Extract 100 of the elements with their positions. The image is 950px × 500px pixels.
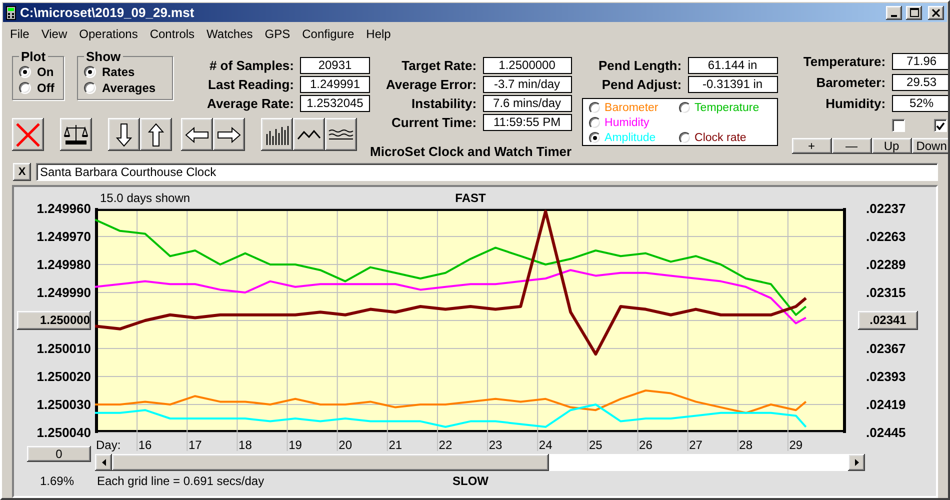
stat-label: Average Rate: [207,96,294,111]
stat-value: 29.53 [892,74,948,91]
radio-option[interactable]: Clock rate [678,130,777,145]
radio-option[interactable]: Averages [84,80,166,96]
grid-note: Each grid line = 0.691 secs/day [96,474,266,488]
radio-option[interactable]: Off [19,80,57,96]
toolbar-button[interactable] [325,118,357,151]
axis-label: .02263 [866,228,906,244]
right-arrow-icon [217,126,241,142]
menu-item[interactable]: Configure [296,27,360,41]
scroll-left-button[interactable] [95,454,112,471]
axis-label: 28 [739,438,753,452]
scroll-thumb[interactable] [112,454,549,471]
axis-label: 21 [388,438,402,452]
axis-label: .02419 [866,396,906,412]
stat-value: -3.7 min/day [482,76,572,93]
calculator-icon [6,6,16,20]
axis-label: 1.250040 [36,424,91,440]
stat-label: Barometer: [816,75,886,90]
menu-item[interactable]: Controls [144,27,201,41]
close-button[interactable] [928,6,944,20]
checkbox[interactable] [892,119,905,132]
menu-item[interactable]: Watches [200,27,259,41]
amplitude-button[interactable]: .02341 [858,310,918,330]
rate-button[interactable]: 1.250000 [17,310,91,330]
axis-label: 1.250030 [36,396,91,412]
toolbar-button[interactable] [60,118,92,151]
axis-label: 18 [238,438,252,452]
menu-item[interactable]: File [4,27,36,41]
stat-value: 11:59:55 PM [482,114,572,131]
radio-option[interactable]: On [19,64,57,80]
stat-label: Current Time: [392,115,477,130]
toolbar-button[interactable] [293,118,325,151]
group-title: Plot [20,49,47,64]
stat-label: Last Reading: [208,77,294,92]
toolbar-button[interactable] [108,118,140,151]
stat-label: Pend Length: [598,58,682,73]
stat-value: 1.2532045 [300,95,370,112]
window-title: C:\microset\2019_09_29.mst [20,5,196,20]
scrollbar[interactable] [95,454,865,471]
slow-label: SLOW [452,474,488,488]
stat-value: -0.31391 in [688,76,778,93]
scales-icon [64,124,88,146]
maximize-button[interactable] [906,6,922,20]
zero-button[interactable]: 0 [27,446,91,462]
down-arrow-icon [116,122,132,146]
axis-label: .02367 [866,340,906,356]
caption: MicroSet Clock and Watch Timer [370,144,572,159]
adjust-button[interactable]: Down [912,138,948,154]
toolbar-button[interactable] [140,118,172,151]
menu-item[interactable]: View [35,27,74,41]
toolbar-button[interactable] [181,118,213,151]
clock-name-field[interactable]: Santa Barbara Courthouse Clock [36,163,938,181]
group-title: Show [85,49,122,64]
clear-button[interactable]: X [13,163,31,181]
axis-label: 1.249970 [36,228,91,244]
toolbar-button[interactable] [12,118,44,151]
stat-value: 7.6 mins/day [482,95,572,112]
menu-item[interactable]: Operations [73,27,144,41]
stat-value: 20931 [300,57,370,74]
up-arrow-icon [148,122,164,146]
stat-value: 71.96 [892,53,948,70]
adjust-button[interactable]: + [792,138,832,154]
delete-icon [15,122,41,148]
adjust-button[interactable]: Up [872,138,912,154]
radio-option[interactable]: Rates [84,64,166,80]
axis-label: .02289 [866,256,906,272]
fast-label: FAST [455,190,486,204]
checkbox[interactable] [934,119,947,132]
bar-chart-icon [265,124,289,144]
toolbar-button[interactable] [261,118,293,151]
stat-value: 1.2500000 [482,57,572,74]
days-shown-label: 15.0 days shown [99,190,192,204]
axis-label: 1.249960 [36,200,91,216]
adjust-button[interactable]: — [832,138,872,154]
left-arrow-icon [185,126,209,142]
axis-label: 26 [639,438,652,452]
stat-label: Instability: [412,96,477,111]
minimize-button[interactable] [886,6,902,20]
axis-label: .02445 [866,424,906,440]
minimize-icon [891,14,897,16]
axis-label: .02315 [866,284,906,300]
axis-label: .02237 [866,200,906,216]
stat-value: 52% [892,95,948,112]
menu-item[interactable]: GPS [258,27,296,41]
stat-label: Pend Adjust: [602,77,682,92]
zigzag-icon [297,128,321,140]
stat-label: Average Error: [386,77,477,92]
axis-label: .02393 [866,368,906,384]
axis-label: 1.249990 [36,284,91,300]
axis-label: 29 [789,438,803,452]
axis-label: 24 [538,438,552,452]
stat-label: Temperature: [803,54,886,69]
axis-label: 1.249980 [36,256,91,272]
menu-item[interactable]: Help [360,27,397,41]
close-icon [932,8,940,16]
toolbar-button[interactable] [213,118,245,151]
axis-title: Day: [96,438,121,452]
axis-label: 19 [288,438,302,452]
scroll-right-button[interactable] [848,454,865,471]
